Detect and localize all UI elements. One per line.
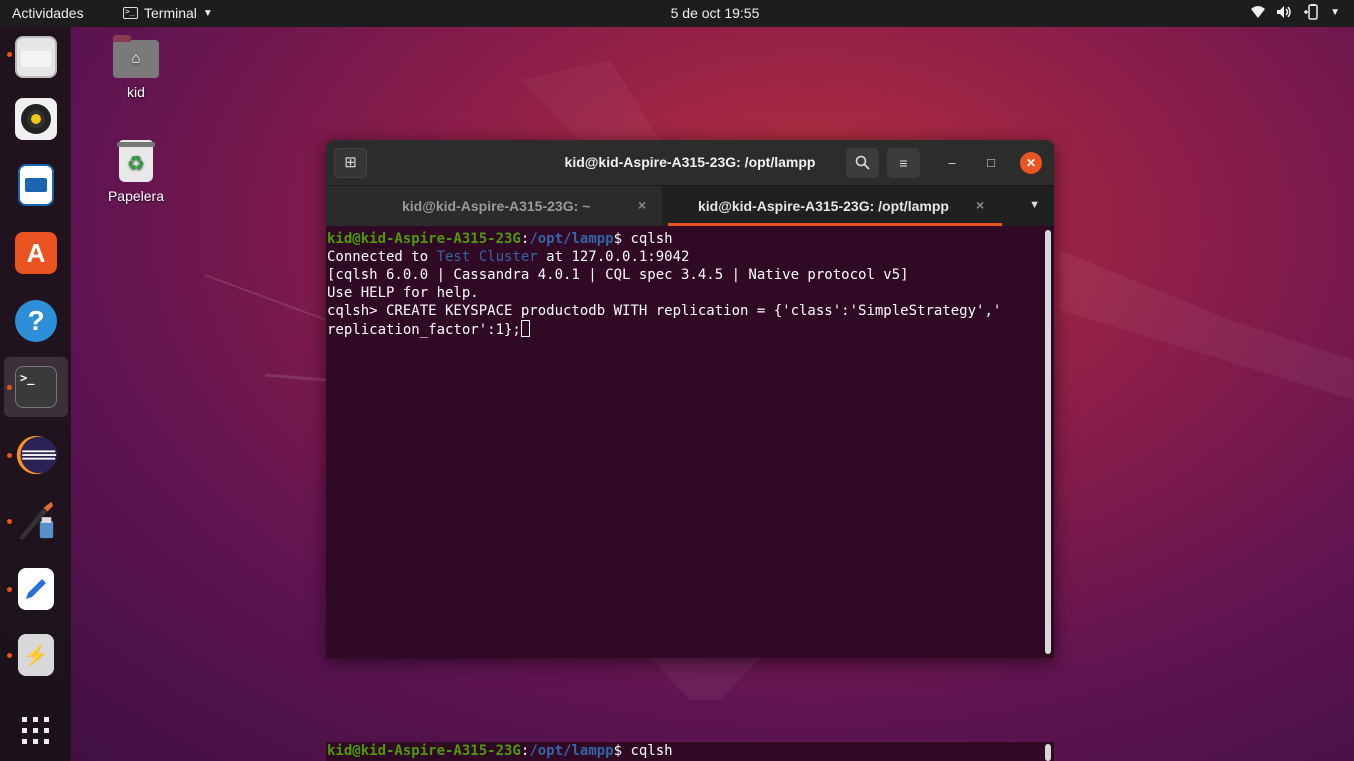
trash-icon: ♻	[117, 140, 155, 182]
scrollbar[interactable]	[1045, 230, 1051, 654]
running-indicator	[7, 519, 12, 524]
speaker-icon	[15, 98, 57, 140]
command-text: replication_factor':1};	[327, 322, 521, 338]
menu-button[interactable]: ≡	[887, 148, 920, 178]
dock-item-writer[interactable]	[4, 155, 68, 215]
tab-home[interactable]: kid@kid-Aspire-A315-23G: ~ ×	[326, 186, 662, 226]
running-indicator	[7, 385, 12, 390]
search-button[interactable]	[846, 148, 879, 178]
show-applications-button[interactable]	[4, 701, 68, 761]
tab-lampp[interactable]: kid@kid-Aspire-A315-23G: /opt/lampp ×	[662, 186, 1002, 226]
tab-bar: kid@kid-Aspire-A315-23G: ~ × kid@kid-Asp…	[326, 186, 1054, 226]
terminal-output[interactable]: kid@kid-Aspire-A315-23G:/opt/lampp$ cqls…	[326, 230, 1042, 658]
dock-item-eclipse[interactable]	[4, 425, 68, 485]
question-icon: ?	[15, 300, 57, 342]
terminal-line: kid@kid-Aspire-A315-23G:/opt/lampp$ cqls…	[327, 231, 673, 247]
text-cursor	[520, 320, 530, 337]
dock-item-terminal[interactable]: >_	[4, 357, 68, 417]
tab-label: kid@kid-Aspire-A315-23G: /opt/lampp	[698, 198, 949, 214]
maximize-button[interactable]: □	[980, 152, 1002, 174]
dock-item-help[interactable]: ?	[4, 291, 68, 351]
tab-close-icon[interactable]: ×	[976, 197, 984, 213]
hamburger-icon: ≡	[899, 155, 908, 171]
prompt-user: kid@kid-Aspire-A315-23G	[327, 743, 521, 759]
active-tab-indicator	[668, 223, 1002, 226]
scrollbar[interactable]	[1045, 744, 1051, 761]
terminal-headerbar[interactable]: ⊞ kid@kid-Aspire-A315-23G: /opt/lampp ≡ …	[326, 140, 1054, 186]
running-indicator	[7, 653, 12, 658]
wifi-icon	[1251, 6, 1266, 18]
dock-item-rhythmbox[interactable]	[4, 89, 68, 149]
background-terminal[interactable]: kid@kid-Aspire-A315-23G:/opt/lampp$ cqls…	[326, 742, 1054, 761]
maximize-icon: □	[987, 155, 995, 170]
home-folder-icon: ⌂	[113, 35, 159, 78]
tab-close-icon[interactable]: ×	[638, 197, 646, 213]
minimize-button[interactable]: –	[941, 152, 963, 174]
terminal-window: ⊞ kid@kid-Aspire-A315-23G: /opt/lampp ≡ …	[326, 140, 1054, 658]
tab-label: kid@kid-Aspire-A315-23G: ~	[402, 198, 591, 214]
dock: A ? >_ ⚡	[0, 27, 71, 761]
dock-item-text-editor[interactable]	[4, 559, 68, 619]
command-text: $ cqlsh	[613, 743, 673, 759]
pen-icon	[15, 500, 57, 542]
command-text: $ cqlsh	[613, 231, 673, 247]
system-status-menu[interactable]: ▼	[1250, 4, 1340, 20]
eclipse-icon	[15, 434, 57, 476]
clock[interactable]: 5 de oct 19:55	[0, 5, 1354, 21]
desktop-icon-label: Papelera	[107, 188, 165, 204]
dock-item-inkscape[interactable]	[4, 491, 68, 551]
terminal-line: cqlsh> CREATE KEYSPACE productodb WITH r…	[327, 303, 1002, 319]
folder-icon	[15, 36, 57, 78]
close-button[interactable]: ✕	[1020, 152, 1042, 174]
battery-icon	[1304, 4, 1318, 20]
running-indicator	[7, 453, 12, 458]
text-editor-icon	[18, 568, 54, 610]
close-icon: ✕	[1025, 156, 1037, 170]
prompt-path: /opt/lampp	[529, 743, 614, 759]
prompt-path: /opt/lampp	[529, 231, 614, 247]
cluster-name: Test Cluster	[436, 249, 538, 265]
usb-icon: ⚡	[18, 634, 54, 676]
running-indicator	[7, 52, 12, 57]
tab-list-chevron-icon[interactable]: ▼	[1029, 199, 1040, 211]
output-text: Connected to	[327, 249, 437, 265]
desktop-icon-home[interactable]: ⌂ kid	[96, 35, 176, 100]
document-icon	[18, 164, 54, 206]
dock-item-software[interactable]: A	[4, 223, 68, 283]
dock-item-usb[interactable]: ⚡	[4, 625, 68, 685]
terminal-line: replication_factor':1};	[327, 320, 1042, 339]
desktop-icon-trash[interactable]: ♻ Papelera	[96, 140, 176, 204]
search-icon	[855, 155, 870, 170]
volume-icon	[1277, 6, 1291, 18]
top-bar: Actividades >_ Terminal ▼ 5 de oct 19:55…	[0, 0, 1354, 27]
grid-icon	[22, 717, 49, 744]
prompt-user: kid@kid-Aspire-A315-23G	[327, 231, 521, 247]
output-text: at 127.0.0.1:9042	[537, 249, 690, 265]
chevron-down-icon: ▼	[1330, 6, 1340, 18]
terminal-icon: >_	[15, 366, 57, 408]
terminal-line: Connected to Test Cluster at 127.0.0.1:9…	[327, 248, 1042, 266]
minimize-icon: –	[948, 155, 956, 170]
running-indicator	[7, 587, 12, 592]
terminal-line: [cqlsh 6.0.0 | Cassandra 4.0.1 | CQL spe…	[327, 267, 909, 283]
shopping-bag-icon: A	[15, 232, 57, 274]
dock-item-files[interactable]	[4, 27, 68, 87]
terminal-line: Use HELP for help.	[327, 285, 479, 301]
desktop-icon-label: kid	[127, 84, 145, 100]
